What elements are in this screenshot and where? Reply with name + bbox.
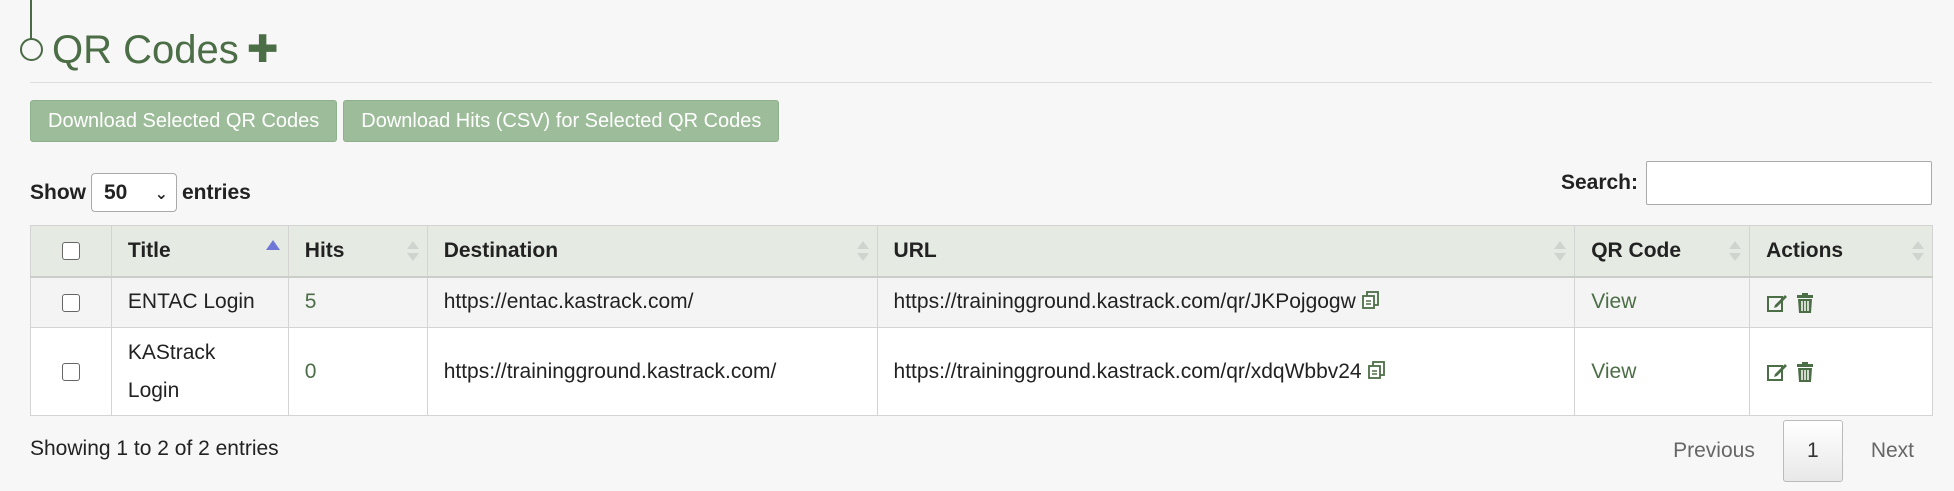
column-actions-label: Actions [1766, 238, 1844, 262]
url-cell: https://trainingground.kastrack.com/qr/J… [876, 276, 1576, 328]
hits-cell: 0 [287, 327, 428, 416]
entries-per-page-value: 50 [104, 180, 128, 204]
column-qr-code-label: QR Code [1591, 238, 1682, 262]
sort-icon [1554, 241, 1567, 263]
timeline-line [30, 0, 32, 40]
row-select-cell [30, 327, 112, 416]
entries-per-page-select[interactable]: 50 ⌄ [91, 173, 177, 212]
page-1-button[interactable]: 1 [1782, 420, 1843, 482]
column-header-actions[interactable]: Actions [1749, 225, 1933, 278]
select-all-checkbox[interactable] [61, 242, 80, 261]
search-input[interactable] [1646, 161, 1932, 205]
view-qr-link[interactable]: View [1591, 360, 1636, 383]
qr-url-text: https://trainingground.kastrack.com/qr/x… [893, 359, 1362, 383]
page-title-row: QR Codes ✚ [52, 22, 279, 78]
search-label: Search: [1560, 171, 1638, 194]
pagination: Previous 1 Next [1655, 420, 1932, 482]
column-header-qr-code[interactable]: QR Code [1574, 225, 1751, 278]
trash-icon[interactable] [1794, 292, 1816, 314]
row-checkbox[interactable] [61, 362, 80, 381]
sort-icon [856, 241, 869, 263]
entries-length-control: Show 50 ⌄ entries [30, 173, 251, 212]
title-divider [30, 82, 1932, 83]
column-header-url[interactable]: URL [876, 225, 1576, 278]
edit-icon[interactable] [1766, 361, 1788, 383]
column-title-label: Title [127, 238, 171, 262]
actions-cell [1749, 276, 1933, 328]
download-selected-qr-button[interactable]: Download Selected QR Codes [30, 100, 338, 142]
chevron-down-icon: ⌄ [154, 186, 168, 203]
next-page-button[interactable]: Next [1853, 422, 1932, 480]
page-title: QR Codes [52, 28, 239, 72]
select-all-header [30, 225, 112, 278]
search-control: Search: [1561, 161, 1932, 205]
copy-icon[interactable] [1361, 290, 1381, 310]
view-qr-link[interactable]: View [1591, 290, 1636, 313]
table-row: KAStrack Login 0 https://trainingground.… [30, 327, 1933, 416]
table-row: ENTAC Login 5 https://entac.kastrack.com… [30, 276, 1933, 328]
download-hits-csv-button[interactable]: Download Hits (CSV) for Selected QR Code… [343, 100, 780, 142]
title-cell: KAStrack Login [110, 327, 289, 416]
bulk-actions: Download Selected QR Codes Download Hits… [30, 100, 780, 142]
copy-icon[interactable] [1367, 360, 1387, 380]
trash-icon[interactable] [1794, 361, 1816, 383]
column-destination-label: Destination [443, 238, 559, 262]
sort-ascending-icon [265, 240, 280, 250]
qr-codes-table: Title Hits Destination URL QR Code Actio… [30, 225, 1933, 416]
edit-icon[interactable] [1766, 292, 1788, 314]
qr-url-text: https://trainingground.kastrack.com/qr/J… [893, 290, 1356, 314]
sort-icon [1912, 241, 1924, 263]
sort-icon [1729, 241, 1742, 263]
actions-cell [1749, 327, 1933, 416]
column-hits-label: Hits [304, 238, 345, 262]
row-select-cell [30, 276, 112, 328]
url-cell: https://trainingground.kastrack.com/qr/x… [876, 327, 1576, 416]
entries-label: entries [182, 180, 251, 204]
sort-icon [406, 241, 419, 263]
previous-page-button[interactable]: Previous [1655, 422, 1773, 480]
destination-cell: https://trainingground.kastrack.com/ [426, 327, 878, 416]
title-cell: ENTAC Login [110, 276, 289, 328]
column-header-title[interactable]: Title [110, 225, 289, 278]
table-info: Showing 1 to 2 of 2 entries [30, 437, 279, 460]
qr-code-cell: View [1574, 276, 1751, 328]
destination-cell: https://entac.kastrack.com/ [426, 276, 878, 328]
show-label: Show [30, 180, 86, 204]
table-header-row: Title Hits Destination URL QR Code Actio… [30, 225, 1933, 278]
row-checkbox[interactable] [61, 293, 80, 312]
timeline-dot [20, 38, 43, 61]
plus-icon[interactable]: ✚ [247, 22, 279, 78]
qr-code-cell: View [1574, 327, 1751, 416]
hits-cell: 5 [287, 276, 428, 328]
column-header-destination[interactable]: Destination [426, 225, 878, 278]
column-url-label: URL [893, 238, 937, 262]
column-header-hits[interactable]: Hits [287, 225, 428, 278]
